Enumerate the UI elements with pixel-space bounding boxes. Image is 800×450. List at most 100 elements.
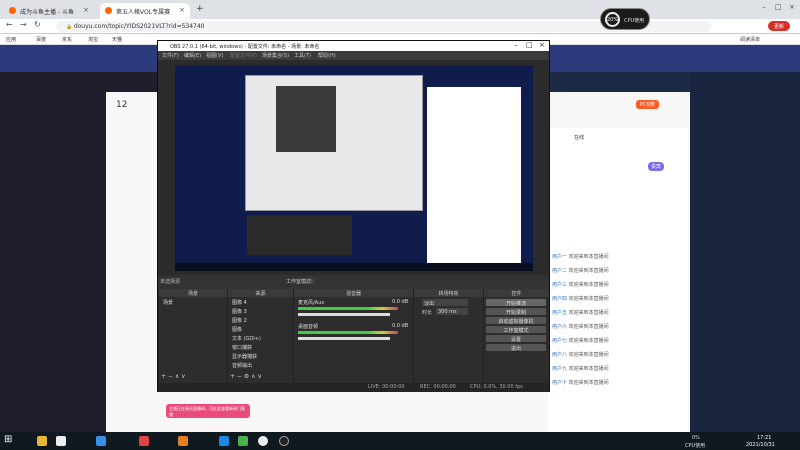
obs-preview-canvas[interactable] <box>175 65 533 271</box>
toast-message: 主播正在调试直播间，可在此查看新热门直播 <box>166 404 250 418</box>
mixer-dock: 混音器 麦克风/Aux 0.0 dB 桌面音频 0.0 dB <box>293 289 413 383</box>
source-item[interactable]: 文本 (GDI+) <box>232 335 261 342</box>
maximize-button[interactable]: □ <box>775 3 782 11</box>
obs-minimize-button[interactable]: – <box>514 41 518 49</box>
settings-button[interactable]: 设置 <box>486 335 546 343</box>
cpu-label: CPU使用 <box>624 18 645 24</box>
duration-field[interactable]: 300 ms <box>436 308 468 315</box>
clock-date: 2021/10/31 <box>746 442 775 448</box>
volume-meter <box>298 331 398 334</box>
windows-taskbar <box>0 432 800 450</box>
close-icon[interactable]: × <box>179 6 185 14</box>
lock-icon: 🔒 <box>66 24 74 30</box>
tab-active[interactable]: 第五人格VOL专属赛 × <box>100 3 190 19</box>
cpu-percent: 20% <box>605 12 620 27</box>
new-tab-button[interactable]: + <box>196 4 204 14</box>
minimize-button[interactable]: – <box>762 3 766 11</box>
browser-tab-bar: 成为斗鱼主播 - 斗鱼 × 第五人格VOL专属赛 × + – □ × <box>0 0 800 19</box>
source-item[interactable]: 图像 4 <box>232 299 247 306</box>
back-icon[interactable]: ← <box>6 20 13 29</box>
bookmark-item[interactable]: 京东 <box>62 36 72 43</box>
bookmark-item[interactable]: 天猫 <box>112 36 122 43</box>
scene-item[interactable]: 场景 <box>163 299 173 306</box>
source-item[interactable]: 图像 2 <box>232 317 247 324</box>
studio-mode-button[interactable]: 工作室模式 <box>486 326 546 334</box>
tab-douyu[interactable]: 成为斗鱼主播 - 斗鱼 × <box>4 3 94 19</box>
transitions-header: 转场特效 <box>414 289 483 297</box>
chat-item: 用户六 欢迎来到本直播间 <box>552 324 609 330</box>
app-icon[interactable] <box>96 436 106 446</box>
menu-view[interactable]: 视图(V) <box>206 52 223 59</box>
virtual-camera-button[interactable]: 启动虚拟摄像机 <box>486 317 546 325</box>
menu-profile[interactable]: 配置文件(P) <box>230 52 257 59</box>
chat-item: 用户七 欢迎来到本直播间 <box>552 338 609 344</box>
mixer-channel-db: 0.0 dB <box>392 323 409 329</box>
app-icon[interactable] <box>139 436 149 446</box>
bookmark-item[interactable]: 应用 <box>6 36 16 43</box>
volume-slider[interactable] <box>298 313 390 316</box>
app-icon[interactable] <box>56 436 66 446</box>
clock-time: 17:21 <box>757 435 772 441</box>
url-text: douyu.com/topic/YIDS2021VLT?rid=534740 <box>73 23 205 30</box>
source-item[interactable]: 音频输出 <box>232 362 252 369</box>
obs-icon[interactable] <box>279 436 289 446</box>
chat-sidebar: 在线 贵宾 用户一 欢迎来到本直播间 用户二 欢迎来到本直播间 用户三 欢迎来到… <box>548 128 688 432</box>
source-item[interactable]: 图像 <box>232 326 242 333</box>
sidebar-tab[interactable]: 贵宾 <box>648 162 665 171</box>
exit-label[interactable]: 退出 <box>304 278 314 285</box>
menu-help[interactable]: 帮助(H) <box>318 52 336 59</box>
source-item[interactable]: 图像 3 <box>232 308 247 315</box>
scene-controls[interactable]: + − ∧ ∨ <box>161 373 186 380</box>
reload-icon[interactable]: ↻ <box>34 20 41 29</box>
volume-slider[interactable] <box>298 337 390 340</box>
volume-meter <box>298 307 398 310</box>
exit-button[interactable]: 退出 <box>486 344 546 352</box>
taskbar-cpu-label: CPU使用 <box>685 443 706 449</box>
chat-item: 用户九 欢迎来到本直播间 <box>552 366 609 372</box>
chat-item: 用户五 欢迎来到本直播间 <box>552 310 609 316</box>
app-icon[interactable] <box>219 436 229 446</box>
app-icon[interactable] <box>238 436 248 446</box>
window-close-button[interactable]: × <box>789 3 795 11</box>
app-icon[interactable] <box>178 436 188 446</box>
forward-icon[interactable]: → <box>20 20 27 29</box>
taskbar-cpu: 0% <box>692 435 700 441</box>
controls-header: 控件 <box>484 289 549 297</box>
menu-edit[interactable]: 编辑(E) <box>184 52 201 59</box>
start-recording-button[interactable]: 开始录制 <box>486 308 546 316</box>
menu-tools[interactable]: 工具(T) <box>294 52 311 59</box>
transition-select[interactable]: 淡出 <box>422 299 468 307</box>
update-button[interactable]: 更新 <box>768 21 790 31</box>
chat-item: 用户八 欢迎来到本直播间 <box>552 352 609 358</box>
source-item[interactable]: 窗口捕获 <box>232 344 252 351</box>
obs-menu-bar: 文件(F) 编辑(E) 视图(V) 配置文件(P) 场景集合(S) 工具(T) … <box>158 51 549 60</box>
source-item[interactable]: 显示器捕获 <box>232 353 257 360</box>
mixer-header: 混音器 <box>294 289 413 297</box>
pck-rank-badge[interactable]: PCK榜 <box>636 100 659 109</box>
close-icon[interactable]: × <box>83 6 89 14</box>
obs-scene-bar: 未选择源 工作室模式 退出 <box>158 275 549 289</box>
source-controls[interactable]: + − ⚙ ∧ ∨ <box>230 373 262 380</box>
menu-file[interactable]: 文件(F) <box>162 52 179 59</box>
tab-label: 成为斗鱼主播 - 斗鱼 <box>20 9 74 16</box>
bookmark-item[interactable]: 淘宝 <box>88 36 98 43</box>
mixer-channel-name: 麦克风/Aux <box>298 300 325 306</box>
sources-header: 来源 <box>228 289 293 297</box>
duration-label: 时长 <box>422 310 433 316</box>
start-streaming-button[interactable]: 开始推流 <box>486 299 546 307</box>
obs-close-button[interactable]: × <box>539 41 545 49</box>
scenes-header: 场景 <box>159 289 227 297</box>
tab-label: 第五人格VOL专属赛 <box>116 9 171 16</box>
mixer-channel-db: 0.0 dB <box>392 299 409 305</box>
reading-list[interactable]: 阅读清单 <box>740 36 760 43</box>
obs-maximize-button[interactable]: □ <box>526 41 533 49</box>
bookmark-item[interactable]: 百度 <box>36 36 46 43</box>
chrome-icon[interactable] <box>258 436 268 446</box>
cpu-fps: CPU: 0.0%, 30.00 fps <box>470 384 523 390</box>
windows-start-icon[interactable]: ⊞ <box>4 434 12 445</box>
chat-item: 用户二 欢迎来到本直播间 <box>552 268 609 274</box>
file-explorer-icon[interactable] <box>37 436 47 446</box>
nested-preview-window <box>245 75 423 211</box>
menu-scene-collection[interactable]: 场景集合(S) <box>262 52 289 59</box>
transitions-dock: 转场特效 淡出 时长 300 ms <box>413 289 483 383</box>
